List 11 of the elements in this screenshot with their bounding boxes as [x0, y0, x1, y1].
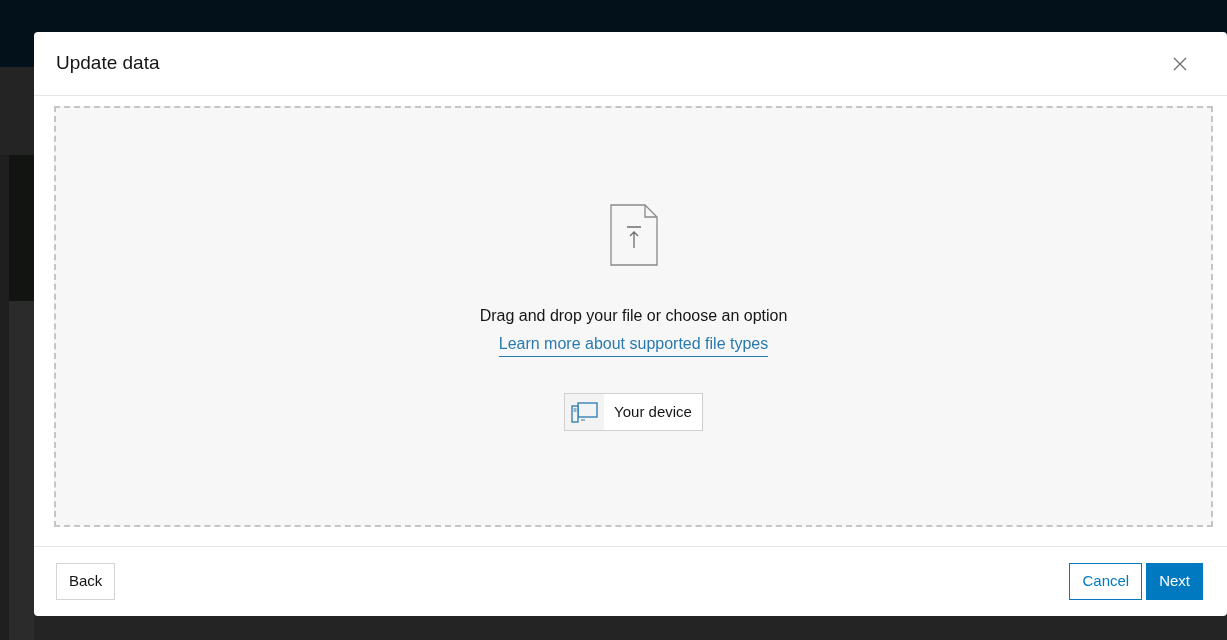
learn-more-link[interactable]: Learn more about supported file types: [498, 332, 769, 357]
computer-icon: [571, 401, 599, 423]
dialog-title: Update data: [56, 51, 160, 76]
drop-zone[interactable]: Drag and drop your file or choose an option Learn more about supported file types Your device: [54, 106, 1213, 527]
footer-button[interactable]: Next: [1146, 563, 1203, 600]
footer-button[interactable]: Back: [56, 563, 116, 600]
file-upload-icon: [609, 204, 658, 266]
footer-button[interactable]: Cancel: [1069, 563, 1143, 600]
close-icon: [1172, 56, 1188, 73]
drop-instruction: Drag and drop your file or choose an option: [479, 306, 788, 326]
your-device-button[interactable]: Your device: [564, 393, 703, 431]
